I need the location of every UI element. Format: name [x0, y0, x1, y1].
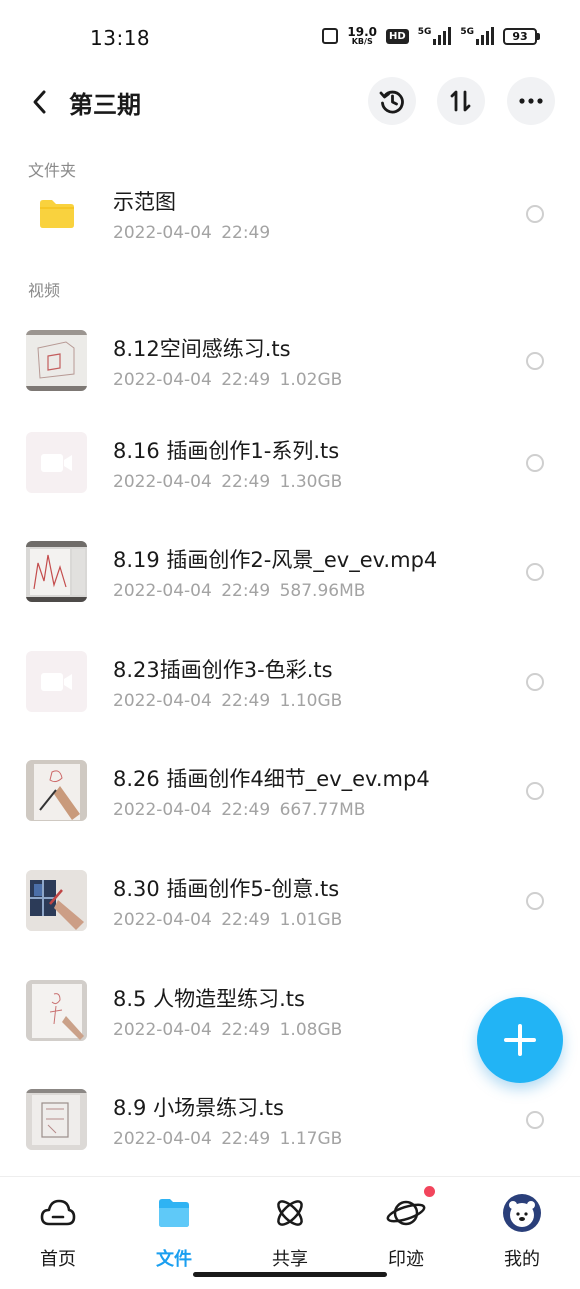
history-icon: [379, 90, 404, 114]
folder-name: 示范图: [113, 190, 176, 214]
video-meta: 2022-04-04 22:49 667.77MB: [113, 800, 366, 820]
select-radio[interactable]: [526, 782, 544, 800]
cloud-icon: [40, 1199, 76, 1226]
notification-badge: [424, 1186, 435, 1197]
signal-1-label: 5G: [417, 27, 432, 37]
sketch-thumbnail-icon: [26, 760, 87, 821]
add-button[interactable]: [477, 997, 563, 1083]
planet-icon: [386, 1200, 426, 1226]
select-radio[interactable]: [526, 352, 544, 370]
video-meta: 2022-04-04 22:49 1.10GB: [113, 691, 343, 711]
video-camera-icon: [40, 672, 72, 691]
sketch-thumbnail-icon: [26, 330, 87, 391]
sketch-thumbnail-icon: [26, 541, 87, 602]
plus-icon: [504, 1024, 536, 1056]
video-thumbnail: [26, 760, 87, 821]
nav-label: 文件: [156, 1249, 192, 1270]
select-radio[interactable]: [526, 454, 544, 472]
nav-label: 首页: [40, 1249, 76, 1270]
select-radio[interactable]: [526, 563, 544, 581]
video-name: 8.5 人物造型练习.ts: [113, 987, 305, 1011]
video-name: 8.23插画创作3-色彩.ts: [113, 658, 333, 682]
sketch-thumbnail-icon: [26, 980, 87, 1041]
battery-level: 93: [503, 27, 537, 45]
video-row[interactable]: 8.23插画创作3-色彩.ts 2022-04-04 22:49 1.10GB: [0, 632, 580, 732]
video-name: 8.16 插画创作1-系列.ts: [113, 439, 340, 463]
select-radio[interactable]: [526, 1111, 544, 1129]
more-button[interactable]: [507, 77, 555, 125]
video-name: 8.19 插画创作2-风景_ev_ev.mp4: [113, 548, 438, 572]
more-icon: [519, 98, 543, 104]
network-speed-unit: KB/S: [351, 37, 373, 46]
nav-label: 共享: [272, 1249, 308, 1270]
video-meta: 2022-04-04 22:49 1.01GB: [113, 910, 343, 930]
nav-item-traces[interactable]: 印迹: [356, 1193, 456, 1273]
video-thumbnail: [26, 651, 87, 712]
video-row[interactable]: 8.19 插画创作2-风景_ev_ev.mp4 2022-04-04 22:49…: [0, 522, 580, 622]
select-radio[interactable]: [526, 673, 544, 691]
folder-thumb: [26, 183, 87, 244]
folder-row[interactable]: 示范图 2022-04-04 22:49: [0, 164, 580, 264]
hd-icon: HD: [386, 28, 409, 44]
video-meta: 2022-04-04 22:49 587.96MB: [113, 581, 366, 601]
nav-item-me[interactable]: 我的: [472, 1193, 572, 1273]
sort-button[interactable]: [437, 77, 485, 125]
nav-item-home[interactable]: 首页: [8, 1193, 108, 1273]
home-indicator[interactable]: [193, 1272, 387, 1277]
vibrate-icon: [322, 28, 339, 44]
video-thumbnail: [26, 330, 87, 391]
back-icon: [33, 90, 46, 114]
sketch-thumbnail-icon: [26, 1089, 87, 1150]
video-thumbnail: [26, 980, 87, 1041]
video-meta: 2022-04-04 22:49 1.02GB: [113, 370, 343, 390]
video-row[interactable]: 8.26 插画创作4细节_ev_ev.mp4 2022-04-04 22:49 …: [0, 741, 580, 841]
video-name: 8.12空间感练习.ts: [113, 337, 291, 361]
back-button[interactable]: [22, 84, 58, 120]
video-thumbnail: [26, 432, 87, 493]
atom-icon: [277, 1200, 303, 1226]
signal-2-label: 5G: [460, 27, 474, 37]
video-thumbnail: [26, 870, 87, 931]
video-camera-icon: [40, 453, 72, 472]
video-row[interactable]: 8.12空间感练习.ts 2022-04-04 22:49 1.02GB: [0, 311, 580, 411]
video-name: 8.9 小场景练习.ts: [113, 1096, 284, 1120]
video-thumbnail: [26, 1089, 87, 1150]
signal-icon-1: 5G: [418, 27, 452, 45]
sort-icon: [450, 90, 471, 112]
history-button[interactable]: [368, 77, 416, 125]
video-row[interactable]: 8.9 小场景练习.ts 2022-04-04 22:49 1.17GB: [0, 1070, 580, 1170]
sketch-thumbnail-icon: [26, 870, 87, 931]
video-name: 8.30 插画创作5-创意.ts: [113, 877, 340, 901]
video-thumbnail: [26, 541, 87, 602]
nav-item-share[interactable]: 共享: [240, 1193, 340, 1273]
select-radio[interactable]: [526, 205, 544, 223]
header: 第三期: [0, 76, 580, 128]
avatar-icon: [503, 1194, 541, 1232]
page-title: 第三期: [69, 91, 141, 119]
status-icons: 19.0 KB/S HD 5G 5G 93: [322, 26, 540, 46]
videos-section-label: 视频: [28, 281, 61, 300]
network-speed: 19.0 KB/S: [347, 26, 377, 46]
video-row[interactable]: 8.30 插画创作5-创意.ts 2022-04-04 22:49 1.01GB: [0, 851, 580, 951]
folder-icon: [39, 199, 74, 228]
folder-icon: [159, 1199, 189, 1227]
video-name: 8.26 插画创作4细节_ev_ev.mp4: [113, 767, 430, 791]
nav-label: 印迹: [388, 1249, 424, 1270]
status-bar: 13:18 19.0 KB/S HD 5G 5G 93: [0, 0, 580, 78]
nav-item-files[interactable]: 文件: [124, 1193, 224, 1273]
folder-meta: 2022-04-04 22:49: [113, 223, 271, 243]
battery-icon: 93: [503, 27, 540, 45]
select-radio[interactable]: [526, 892, 544, 910]
video-meta: 2022-04-04 22:49 1.17GB: [113, 1129, 343, 1149]
video-meta: 2022-04-04 22:49 1.30GB: [113, 472, 343, 492]
status-time: 13:18: [90, 26, 151, 50]
video-meta: 2022-04-04 22:49 1.08GB: [113, 1020, 343, 1040]
nav-label: 我的: [504, 1249, 540, 1270]
signal-icon-2: 5G: [460, 27, 494, 45]
video-row[interactable]: 8.16 插画创作1-系列.ts 2022-04-04 22:49 1.30GB: [0, 413, 580, 513]
